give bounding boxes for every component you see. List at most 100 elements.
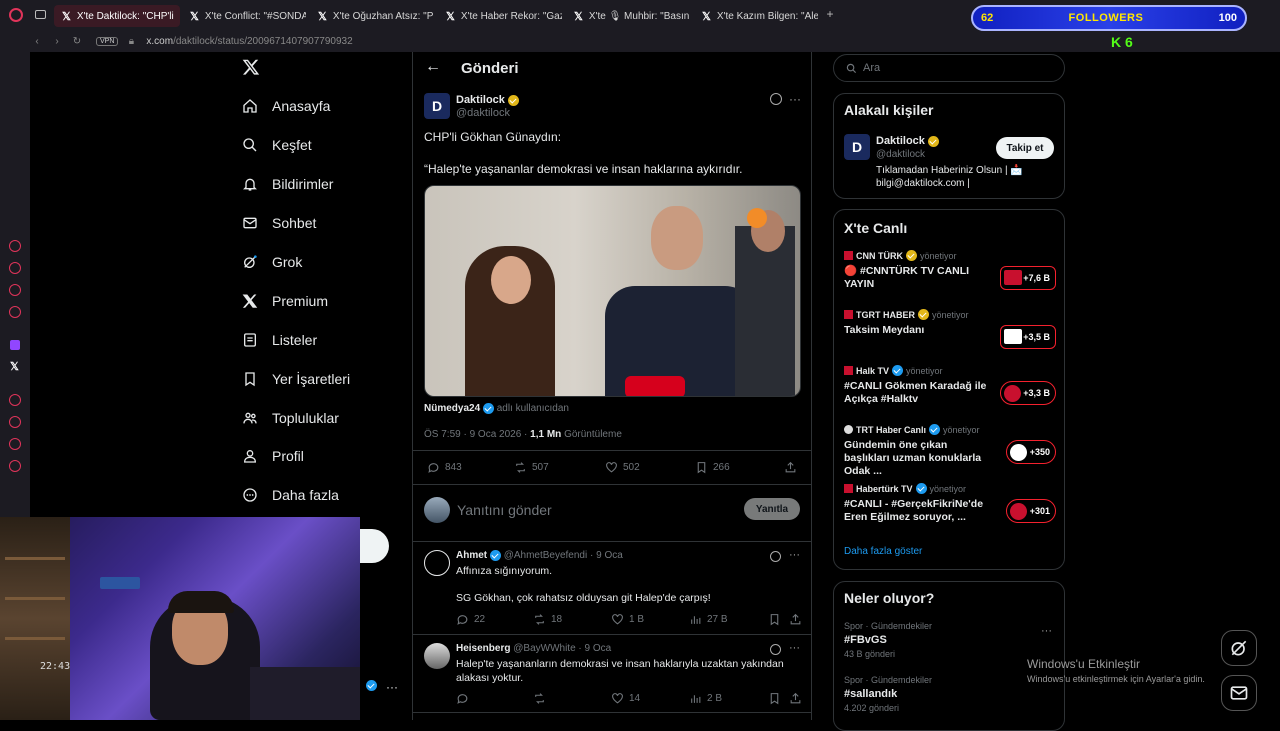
- live-item[interactable]: TGRT HABER yönetiyor Taksim Meydanı +3,5 …: [844, 309, 1056, 349]
- tab-4[interactable]: 𝕏 X'te 🎙 Muhbir: "Basın me: [566, 5, 690, 27]
- reply-name[interactable]: Ahmet: [456, 550, 487, 561]
- grok-explain-icon[interactable]: [770, 644, 781, 655]
- forward-icon[interactable]: ›: [50, 36, 64, 47]
- back-arrow-icon[interactable]: ←: [425, 58, 441, 76]
- opera-logo[interactable]: [9, 8, 23, 22]
- back-icon[interactable]: ‹: [30, 36, 44, 47]
- x-logo-icon[interactable]: [242, 58, 260, 76]
- live-item[interactable]: CNN TÜRK yönetiyor 🔴 #CNNTÜRK TV CANLI YA…: [844, 250, 1056, 291]
- nav-bookmarks[interactable]: Yer İşaretleri: [242, 371, 350, 387]
- live-listeners-badge[interactable]: +350: [1006, 440, 1056, 464]
- live-listeners-badge[interactable]: +3,3 B: [1000, 381, 1056, 405]
- repost-stat[interactable]: 507: [514, 461, 549, 474]
- url-field[interactable]: x.com/daktilock/status/20096714079077909…: [146, 36, 352, 47]
- messages-fab[interactable]: [1221, 675, 1257, 711]
- player-icon[interactable]: [9, 284, 21, 296]
- related-avatar[interactable]: D: [844, 134, 870, 160]
- bookmark-button[interactable]: [768, 613, 781, 626]
- reload-icon[interactable]: ↻: [70, 36, 84, 47]
- maps-icon[interactable]: [9, 306, 21, 318]
- nav-premium[interactable]: Premium: [242, 293, 328, 309]
- like-stat[interactable]: 1 B: [611, 613, 644, 626]
- account-more-icon[interactable]: ···: [386, 680, 398, 694]
- related-handle[interactable]: @daktilock: [876, 149, 925, 160]
- x-sidebar-icon[interactable]: 𝕏: [10, 360, 19, 373]
- nav-communities[interactable]: Topluluklar: [242, 410, 339, 426]
- nav-explore[interactable]: Keşfet: [242, 137, 312, 153]
- trend-item[interactable]: Spor · Gündemdekiler #FBvGS 43 B gönderi…: [844, 621, 1056, 659]
- nav-messages[interactable]: Sohbet: [242, 215, 316, 231]
- media-credit-name[interactable]: Nümedya24: [424, 403, 480, 414]
- show-more-link[interactable]: Daha fazla göster: [844, 546, 922, 557]
- live-listeners-badge[interactable]: +301: [1006, 499, 1056, 523]
- live-item[interactable]: Habertürk TV yönetiyor #CANLI - #GerçekFi…: [844, 483, 1056, 524]
- tab-2[interactable]: 𝕏 X'te Oğuzhan Atsız: "Pijam: [310, 5, 434, 27]
- tab-5[interactable]: 𝕏 X'te Kazım Bilgen: "Alevile: [694, 5, 818, 27]
- reply-more-icon[interactable]: ···: [789, 549, 800, 561]
- history-icon[interactable]: [9, 394, 21, 406]
- reply-handle[interactable]: @AhmetBeyefendi: [504, 550, 588, 561]
- like-stat[interactable]: 502: [605, 461, 640, 474]
- trend-more-icon[interactable]: ···: [1041, 625, 1052, 637]
- share-button[interactable]: [784, 461, 797, 474]
- reply-name[interactable]: Heisenberg: [456, 643, 510, 654]
- bookmark-button[interactable]: [768, 692, 781, 705]
- repost-stat[interactable]: 18: [533, 613, 562, 626]
- search-input[interactable]: Ara: [833, 54, 1065, 82]
- tab-0[interactable]: 𝕏 X'te Daktilock: "CHP'li: [54, 5, 180, 27]
- tab-menu-icon[interactable]: [35, 10, 46, 19]
- related-name[interactable]: Daktilock: [876, 135, 925, 147]
- grok-explain-icon[interactable]: [770, 93, 782, 105]
- clock-icon[interactable]: [9, 416, 21, 428]
- views-stat[interactable]: 27 B: [689, 613, 728, 626]
- tab-3[interactable]: 𝕏 X'te Haber Rekor: "Gazete: [438, 5, 562, 27]
- author-avatar[interactable]: D: [424, 93, 450, 119]
- share-button[interactable]: [789, 692, 802, 705]
- live-listeners-badge[interactable]: +7,6 B: [1000, 266, 1056, 290]
- post-video[interactable]: [424, 185, 801, 397]
- like-stat[interactable]: 14: [611, 692, 640, 705]
- reply-input[interactable]: Yanıtını gönder: [457, 502, 552, 518]
- twitch-icon[interactable]: [10, 340, 20, 350]
- reply-date[interactable]: · 9 Oca: [578, 643, 611, 654]
- repost-stat[interactable]: [533, 692, 546, 705]
- verified-gold-icon: [906, 250, 917, 261]
- nav-profile[interactable]: Profil: [242, 448, 304, 464]
- live-listeners-badge[interactable]: +3,5 B: [1000, 325, 1056, 349]
- new-tab-button[interactable]: +: [823, 7, 837, 21]
- reply-button[interactable]: Yanıtla: [744, 498, 800, 520]
- vpn-badge[interactable]: VPN: [96, 36, 119, 46]
- nav-more[interactable]: Daha fazla: [242, 487, 339, 503]
- nav-notifications[interactable]: Bildirimler: [242, 176, 333, 192]
- nav-lists[interactable]: Listeler: [242, 332, 317, 348]
- reply-avatar[interactable]: [424, 550, 450, 576]
- bookmark-stat[interactable]: 266: [695, 461, 730, 474]
- reply-avatar[interactable]: [424, 643, 450, 669]
- grok-explain-icon[interactable]: [770, 551, 781, 562]
- views-stat[interactable]: 2 B: [689, 692, 722, 705]
- author-handle[interactable]: @daktilock: [456, 107, 510, 119]
- grok-fab[interactable]: [1221, 630, 1257, 666]
- reply-stat[interactable]: 843: [427, 461, 462, 474]
- nav-grok[interactable]: Grok: [242, 254, 302, 270]
- my-avatar[interactable]: [424, 497, 450, 523]
- post-more-icon[interactable]: ···: [789, 92, 801, 106]
- tab-1[interactable]: 𝕏 X'te Conflict: "#SONDAKİ: [182, 5, 306, 27]
- follow-button[interactable]: Takip et: [996, 137, 1054, 159]
- reply-date[interactable]: · 9 Oca: [590, 550, 623, 561]
- live-item[interactable]: TRT Haber Canlı yönetiyor Gündemin öne çı…: [844, 424, 1056, 478]
- reply-stat[interactable]: 22: [456, 613, 485, 626]
- author-name[interactable]: Daktilock: [456, 94, 505, 106]
- post-time[interactable]: ÖS 7:59 · 9 Oca 2026 ·: [424, 429, 527, 440]
- reply-more-icon[interactable]: ···: [789, 642, 800, 654]
- share-icon[interactable]: [9, 438, 21, 450]
- trend-item[interactable]: Spor · Gündemdekiler #sallandık 4.202 gö…: [844, 675, 1056, 713]
- reply-stat[interactable]: [456, 692, 469, 705]
- nav-home[interactable]: Anasayfa: [242, 98, 330, 114]
- share-button[interactable]: [789, 613, 802, 626]
- settings-icon[interactable]: [9, 460, 21, 472]
- live-item[interactable]: Halk TV yönetiyor #CANLI Gökmen Karadağ i…: [844, 365, 1056, 406]
- messenger-icon[interactable]: [9, 240, 21, 252]
- aria-icon[interactable]: [9, 262, 21, 274]
- reply-handle[interactable]: @BayWWhite: [513, 643, 575, 654]
